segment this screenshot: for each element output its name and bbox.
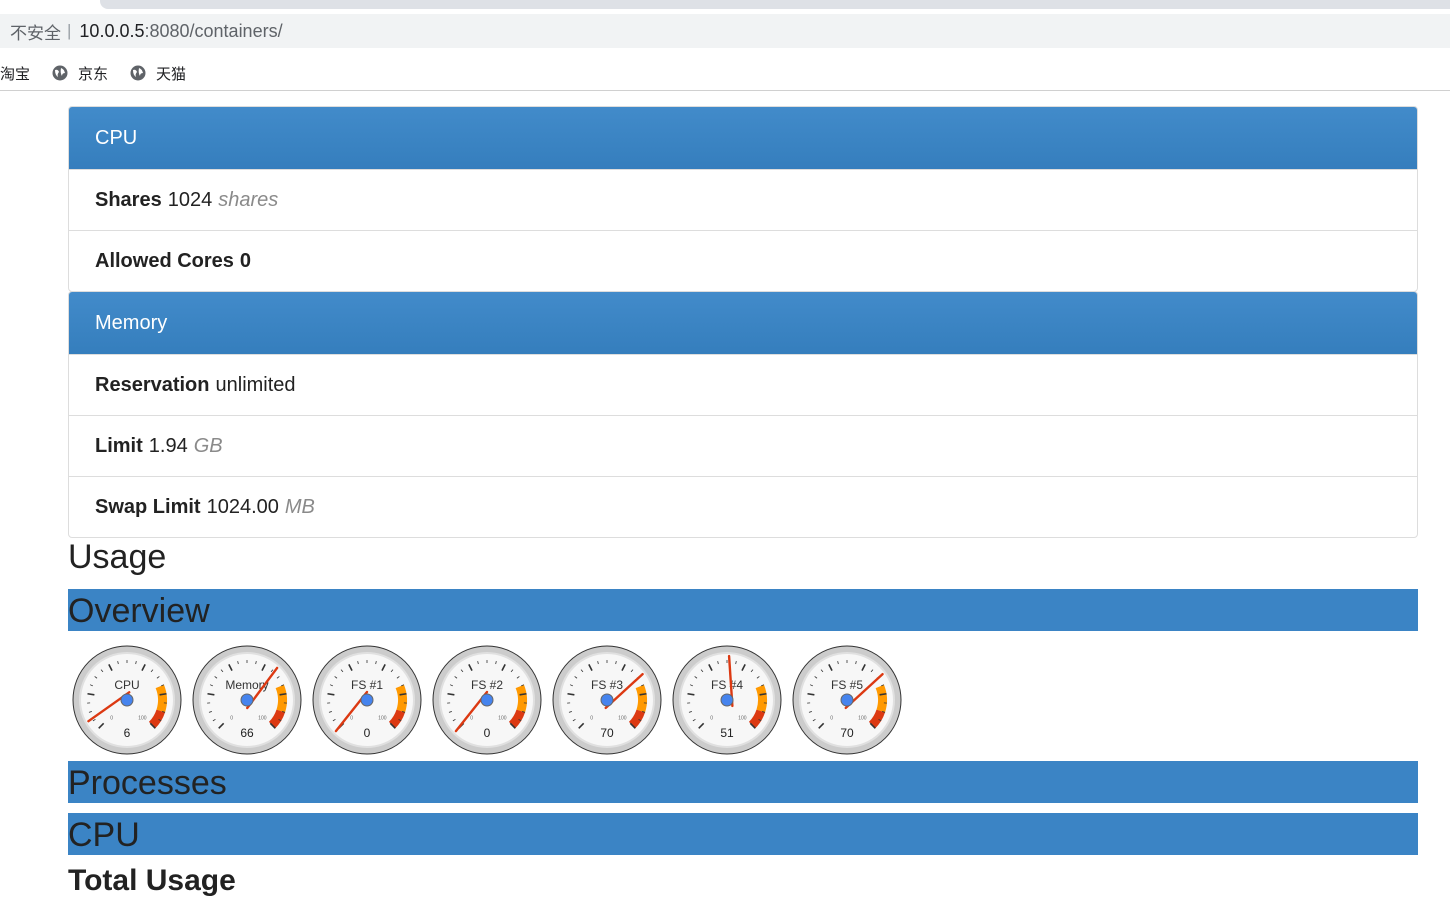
gauge-max-label: 100 [138, 715, 147, 721]
limit-label: Limit [95, 434, 143, 457]
gauge-hub [720, 693, 734, 707]
swap-limit-label: Swap Limit [95, 495, 201, 518]
address-bar[interactable]: 不安全 | 10.0.0.5 :8080/containers/ [0, 14, 1450, 48]
gauge-label: FS #2 [471, 678, 503, 692]
processes-heading: Processes [68, 761, 1418, 803]
gauge-min-label: 0 [350, 715, 353, 721]
gauge-hub [360, 693, 374, 707]
gauge-value: 0 [364, 726, 371, 740]
gauge-tick [519, 692, 527, 696]
gauge-max-label: 100 [618, 715, 627, 721]
gauge-max-label: 100 [258, 715, 267, 721]
allowed-cores-row: Allowed Cores 0 [69, 230, 1417, 291]
gauge-min-label: 0 [470, 715, 473, 721]
gauge-tick [759, 692, 767, 696]
usage-heading: Usage [68, 538, 167, 576]
cpu-shares-row: Shares 1024 shares [69, 169, 1417, 230]
gauge-hub [240, 693, 254, 707]
gauges-row: 0 100 CPU 6 0 100 Memory 66 0 100 FS #1 0 0 100 FS … [68, 631, 1418, 761]
gauge-tick [159, 692, 167, 696]
total-usage-heading: Total Usage [68, 864, 236, 897]
gauge-min-label: 0 [590, 715, 593, 721]
memory-panel: Memory Reservation unlimited Limit 1.94 … [68, 291, 1418, 538]
bookmark-taobao[interactable]: 淘宝 [0, 63, 30, 84]
gauge-max-label: 100 [498, 715, 507, 721]
globe-icon [130, 65, 146, 81]
gauge-min-label: 0 [230, 715, 233, 721]
gauge-value: 66 [240, 726, 254, 740]
limit-unit: GB [193, 434, 223, 457]
cpu-panel: CPU Shares 1024 shares Allowed Cores 0 [68, 106, 1418, 292]
gauge-tick [207, 692, 215, 696]
gauge-hub [840, 693, 854, 707]
gauge-tick [327, 692, 335, 696]
gauge-fs1: 0 100 FS #1 0 [312, 645, 422, 755]
swap-limit-unit: MB [284, 495, 315, 518]
bookmark-label: 天猫 [156, 65, 187, 83]
shares-unit: shares [218, 188, 279, 211]
gauge-hub [120, 693, 134, 707]
gauge-tick [879, 692, 887, 696]
bookmark-label: 淘宝 [0, 65, 31, 83]
gauge-value: 51 [720, 726, 734, 740]
gauge-tick [687, 692, 695, 696]
gauge-hub [480, 693, 494, 707]
gauge-fs2: 0 100 FS #2 0 [432, 645, 542, 755]
allowed-cores-label: Allowed Cores [95, 249, 234, 272]
shares-label: Shares [95, 188, 162, 211]
gauge-label: FS #5 [831, 678, 863, 692]
gauge-fs4: 0 100 FS #4 51 [672, 645, 782, 755]
swap-limit-row: Swap Limit 1024.00 MB [69, 476, 1417, 537]
gauge-memory: 0 100Memory66 [192, 645, 302, 755]
gauge-tick [567, 692, 575, 696]
gauge-value: 70 [600, 726, 614, 740]
swap-limit-value: 1024.00 [206, 495, 279, 518]
limit-value: 1.94 [148, 434, 188, 457]
gauge-label: FS #3 [591, 678, 623, 692]
gauge-fs3: 0 100 FS #3 70 [552, 645, 662, 755]
cpu-panel-title: CPU [69, 107, 1417, 169]
gauge-min-label: 0 [110, 715, 113, 721]
reservation-value: unlimited [215, 373, 296, 396]
globe-icon [52, 65, 68, 81]
cpu-usage-heading: CPU [68, 813, 1418, 855]
allowed-cores-value: 0 [239, 249, 252, 272]
tab-strip [100, 0, 1450, 9]
limit-row: Limit 1.94 GB [69, 415, 1417, 476]
gauge-min-label: 0 [710, 715, 713, 721]
bookmark-label: 京东 [78, 65, 109, 83]
gauge-tick [807, 692, 815, 696]
gauge-hub [600, 693, 614, 707]
gauge-tick [87, 692, 95, 696]
gauge-label: FS #1 [351, 678, 383, 692]
gauge-tick [447, 692, 455, 696]
url-host[interactable]: 10.0.0.5 [79, 21, 144, 42]
gauge-value: 0 [484, 726, 491, 740]
reservation-label: Reservation [95, 373, 210, 396]
gauge-tick [639, 692, 647, 696]
gauge-max-label: 100 [858, 715, 867, 721]
gauge-tick [399, 692, 407, 696]
overview-heading: Overview [68, 589, 1418, 631]
gauge-tick [279, 692, 287, 696]
gauge-max-label: 100 [378, 715, 387, 721]
bookmark-jd[interactable]: 京东 [52, 63, 108, 84]
gauge-min-label: 0 [830, 715, 833, 721]
shares-value: 1024 [167, 188, 213, 211]
gauge-max-label: 100 [738, 715, 747, 721]
address-separator: | [67, 21, 72, 40]
gauge-label: CPU [114, 678, 139, 692]
gauge-label: FS #4 [711, 678, 743, 692]
memory-panel-title: Memory [69, 292, 1417, 354]
gauge-cpu: 0 100 CPU 6 [72, 645, 182, 755]
reservation-row: Reservation unlimited [69, 354, 1417, 415]
bookmark-tmall[interactable]: 天猫 [130, 63, 186, 84]
bookmarks-bar: 淘宝 京东 天猫 [0, 56, 1450, 91]
gauge-value: 6 [124, 726, 131, 740]
url-path[interactable]: :8080/containers/ [144, 21, 282, 42]
gauge-fs5: 0 100 FS #5 70 [792, 645, 902, 755]
security-indicator[interactable]: 不安全 [10, 19, 61, 44]
gauge-value: 70 [840, 726, 854, 740]
